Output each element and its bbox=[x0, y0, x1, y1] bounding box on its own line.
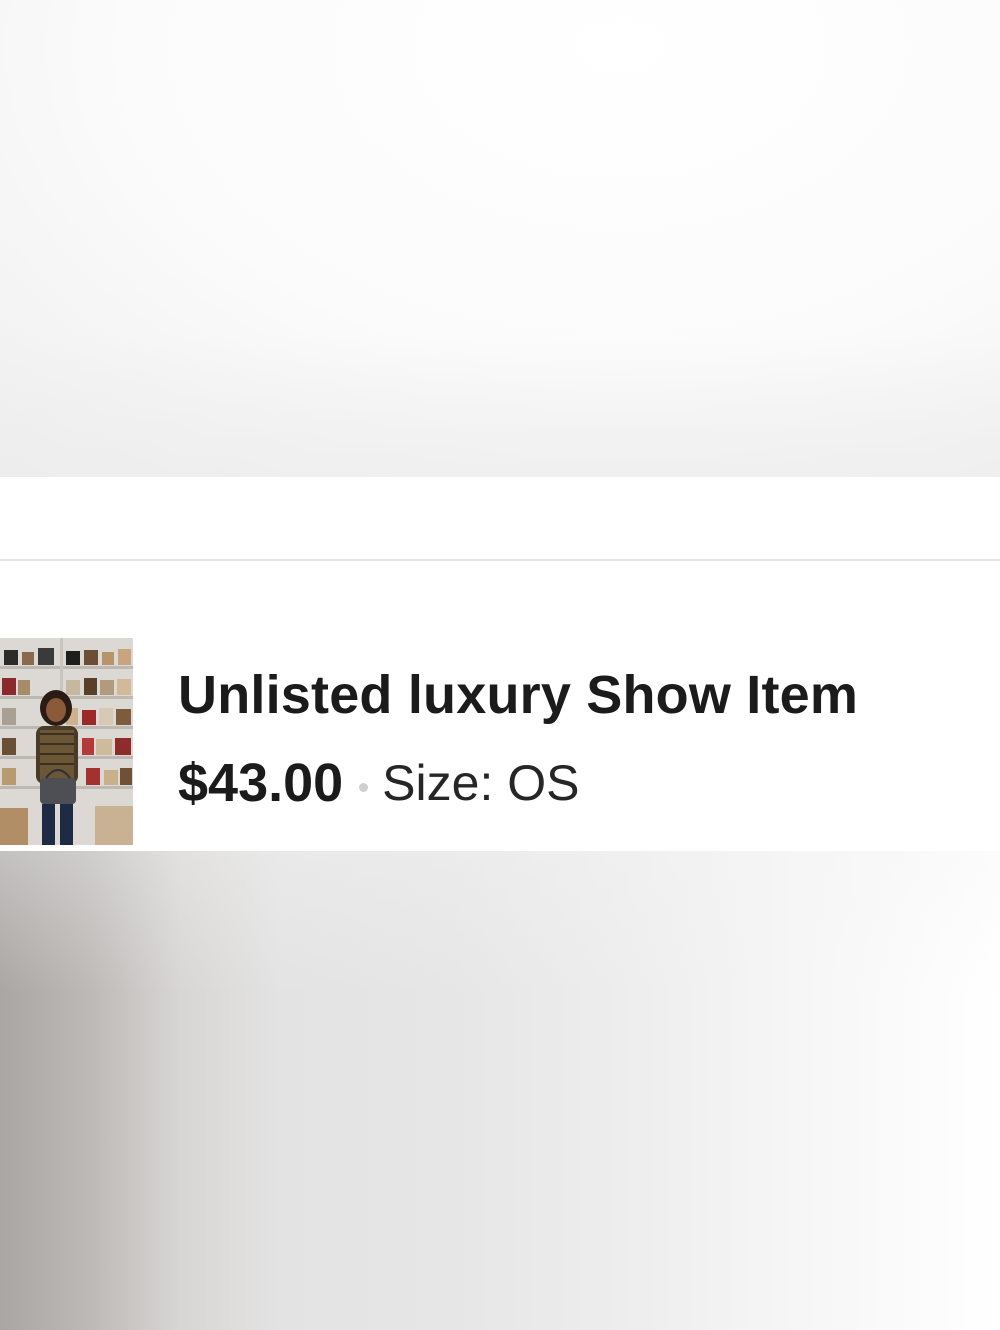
blurred-backdrop-bottom bbox=[0, 851, 1000, 1330]
listing-price: $43.00 bbox=[178, 753, 344, 813]
blurred-backdrop-top bbox=[0, 0, 1000, 477]
listing-thumbnail[interactable] bbox=[0, 638, 133, 845]
spacer bbox=[0, 477, 1000, 559]
listing-meta: $43.00 Size: OS bbox=[178, 752, 579, 814]
listing-title[interactable]: Unlisted luxury Show Item bbox=[178, 664, 858, 726]
listing-photo-icon bbox=[0, 638, 133, 845]
listing-card[interactable]: Unlisted luxury Show Item $43.00 Size: O… bbox=[0, 561, 1000, 851]
listing-size: Size: OS bbox=[382, 755, 580, 811]
separator-dot bbox=[359, 782, 369, 792]
